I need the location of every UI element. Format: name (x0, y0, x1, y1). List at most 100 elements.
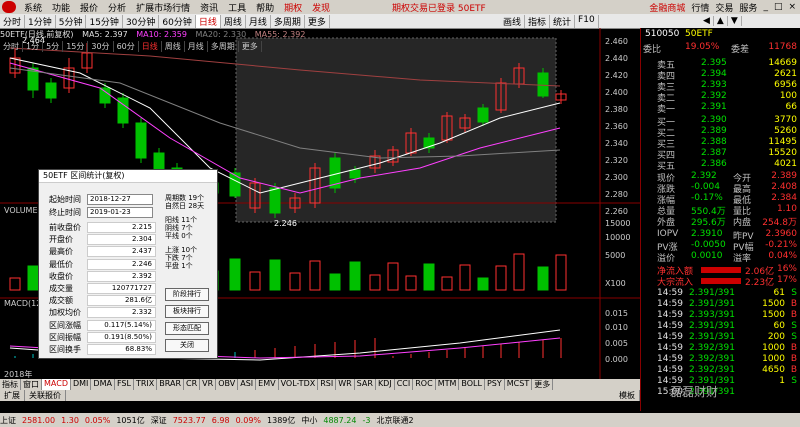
volume-bar (555, 254, 567, 291)
indicator-tab[interactable]: SAR (355, 379, 376, 390)
tick-row: 14:59 2.391/391 200 S (641, 332, 800, 343)
menu-item-help[interactable]: 帮助 (251, 1, 279, 14)
subtab-7[interactable]: 周线 (162, 41, 185, 52)
candle-body (349, 169, 361, 179)
quote-row-volume: 11495 (768, 137, 797, 147)
volume-bar (269, 259, 281, 291)
menu-item-options[interactable]: 期权 (279, 1, 307, 14)
indicator-tab[interactable]: DMA (91, 379, 115, 390)
period-tab-30min[interactable]: 30分钟 (123, 14, 160, 28)
indicator-tab[interactable]: DMI (71, 379, 92, 390)
indicator-tab[interactable]: BRAR (157, 379, 185, 390)
period-tab-weekly[interactable]: 周线 (221, 14, 246, 28)
ext-tab[interactable]: 扩展 (0, 390, 25, 401)
statistics-button[interactable]: 统计 (550, 14, 576, 28)
period-tab-15min[interactable]: 15分钟 (86, 14, 123, 28)
subtab-6[interactable]: 日线 (139, 41, 162, 52)
indicator-tab[interactable]: OBV (216, 379, 239, 390)
menu-item-system[interactable]: 系统 (19, 1, 47, 14)
subtab-8[interactable]: 月线 (185, 41, 208, 52)
stage-rank-button[interactable]: 阶段排行 (165, 288, 209, 301)
related-quote-tab[interactable]: 关联报价 (25, 390, 66, 401)
menu-trade[interactable]: 交易 (715, 1, 733, 14)
draw-line-button[interactable]: 画线 (500, 14, 526, 28)
menu-service[interactable]: 服务 (739, 1, 757, 14)
menu-item-analysis[interactable]: 分析 (103, 1, 131, 14)
next-stock-button[interactable]: ▼ (728, 16, 742, 26)
volume-bar (405, 275, 417, 291)
prev-stock-button[interactable]: ▲ (714, 16, 728, 26)
menu-mall[interactable]: 金融商城 (649, 1, 685, 14)
tick-price: 2.392/391 (689, 343, 735, 353)
indicator-tab[interactable]: 指标 (0, 379, 21, 390)
indicator-tab[interactable]: CR (184, 379, 201, 390)
indicator-tab[interactable]: WR (336, 379, 355, 390)
indicator-tab[interactable]: KDJ (376, 379, 395, 390)
dialog-row-value: 120771727 (87, 283, 156, 294)
indicator-tab[interactable]: MACD (42, 379, 71, 390)
template-tab[interactable]: 模板 (615, 390, 640, 401)
period-tab-fenshi[interactable]: 分时 (0, 14, 26, 28)
subtab-4[interactable]: 30分 (88, 41, 114, 52)
menu-item-function[interactable]: 功能 (47, 1, 75, 14)
y-axis-label: 2.400 (605, 88, 628, 97)
end-time-picker[interactable]: 2019-01-23 (87, 207, 153, 218)
macd-axis-0: 0.015 (605, 309, 628, 318)
period-tab-multi[interactable]: 多周期 (271, 14, 305, 28)
period-tab-1min[interactable]: 1分钟 (25, 14, 56, 28)
sz-pct: 0.09% (235, 415, 262, 425)
subtab-10[interactable]: 更多 (239, 41, 262, 52)
menu-item-info[interactable]: 资讯 (195, 1, 223, 14)
volume-bar (9, 277, 21, 291)
indicator-tab[interactable]: PSY (485, 379, 505, 390)
indicator-tab[interactable]: BOLL (459, 379, 485, 390)
window-maximize-button[interactable]: □ (774, 2, 783, 12)
subtab-2[interactable]: 5分 (43, 41, 64, 52)
close-button[interactable]: 关闭 (165, 339, 209, 352)
menu-item-tools[interactable]: 工具 (223, 1, 251, 14)
indicator-tab[interactable]: EMV (256, 379, 279, 390)
period-tab-more[interactable]: 更多 (305, 14, 330, 28)
indicator-tab[interactable]: VR (200, 379, 217, 390)
pattern-match-button[interactable]: 形态匹配 (165, 322, 209, 335)
sector-rank-button[interactable]: 板块排行 (165, 305, 209, 318)
tick-flag: B (790, 365, 797, 375)
period-tab-5min[interactable]: 5分钟 (56, 14, 87, 28)
window-close-button[interactable]: × (788, 2, 796, 12)
subtab-9[interactable]: 多周期 (208, 41, 239, 52)
subtab-0[interactable]: 分时 (0, 41, 23, 52)
period-tab-monthly[interactable]: 月线 (246, 14, 271, 28)
period-tab-daily[interactable]: 日线 (195, 14, 221, 28)
indicator-tab[interactable]: RSI (318, 379, 337, 390)
indicator-tab[interactable]: CCI (395, 379, 414, 390)
indicator-tab[interactable]: MTM (436, 379, 460, 390)
dialog-row-label: 最高价 (49, 247, 73, 257)
f10-button[interactable]: F10 (575, 14, 599, 28)
indicator-tab[interactable]: ROC (413, 379, 436, 390)
subtab-3[interactable]: 15分 (63, 41, 89, 52)
subtab-1[interactable]: 1分 (23, 41, 44, 52)
indicator-tab[interactable]: 窗口 (21, 379, 42, 390)
window-minimize-button[interactable]: _ (763, 2, 768, 12)
indicator-tab[interactable]: ASI (238, 379, 257, 390)
indicator-tab[interactable]: 更多 (532, 379, 554, 390)
vol-axis-3: X100 (605, 279, 626, 288)
menu-item-discover[interactable]: 发现 (307, 1, 335, 14)
indicator-button[interactable]: 指标 (525, 14, 551, 28)
tick-row: 14:59 2.391/391 60 S (641, 321, 800, 332)
indicator-tab[interactable]: MCST (505, 379, 533, 390)
quote-button[interactable]: ◀ (700, 16, 714, 26)
indicator-tab[interactable]: TRIX (134, 379, 158, 390)
period-tab-60min[interactable]: 60分钟 (159, 14, 196, 28)
stat-row: 现价 2.392 今开 2.389 (641, 171, 800, 184)
subtab-5[interactable]: 60分 (114, 41, 139, 52)
indicator-tab[interactable]: VOL-TDX (279, 379, 319, 390)
volume-bar (441, 276, 453, 291)
menu-item-quote[interactable]: 报价 (75, 1, 103, 14)
menu-item-ext-market[interactable]: 扩展市场行情 (131, 1, 195, 14)
tick-volume: 4650 (762, 365, 785, 375)
menu-market[interactable]: 行情 (691, 1, 709, 14)
start-time-picker[interactable]: 2018-12-27 (87, 194, 153, 205)
indicator-tab[interactable]: FSL (115, 379, 134, 390)
natural-days: 自然日 28天 (165, 202, 205, 210)
